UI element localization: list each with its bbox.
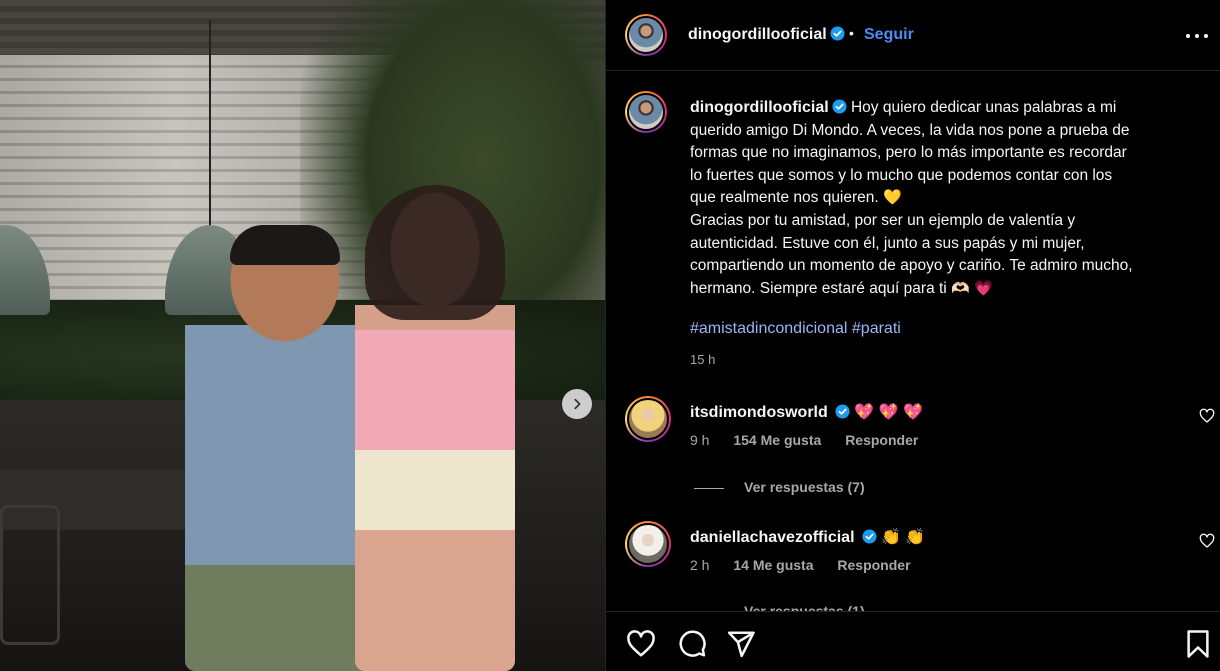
avatar[interactable] [625,396,671,442]
heart-icon[interactable] [1199,408,1215,424]
verified-badge-icon [830,26,845,41]
comment-username[interactable]: itsdimondosworld [690,404,828,421]
comment-meta: 9 h 154 Me gusta Responder [690,432,938,448]
hashtags: #amistadincondicional #parati [690,320,901,338]
divider [694,487,724,489]
share-icon[interactable] [726,629,756,659]
hashtag-link[interactable]: #amistadincondicional [690,320,847,337]
reply-button[interactable]: Responder [837,557,910,573]
comment-time[interactable]: 9 h [690,432,709,448]
photo-chair [0,505,60,645]
reply-button[interactable]: Responder [845,432,918,448]
avatar[interactable] [625,521,671,567]
caption-text: dinogordillooficial Hoy quiero dedicar u… [690,97,1200,300]
post-photo[interactable] [0,0,605,671]
photo-person-woman [355,185,515,671]
post-side-panel: dinogordillooficial • Seguir dinogordill… [605,0,1220,671]
bookmark-icon[interactable] [1183,629,1213,659]
heart-hands-emoji: 🫶🏻 [951,279,970,297]
comment-icon[interactable] [677,629,707,659]
verified-badge-icon [832,99,847,114]
avatar[interactable] [625,14,667,56]
comment-body: 💖 💖 💖 [854,404,923,421]
caption-line: autenticidad. Estuve con él, junto a sus… [690,234,1085,252]
header-username[interactable]: dinogordillooficial [688,26,827,43]
separator-dot: • [849,25,854,41]
caption-line: Hoy quiero dedicar unas palabras a mi [850,99,1117,116]
comment-text: itsdimondosworld 💖 💖 💖 [690,402,923,422]
next-photo-button[interactable] [562,389,592,419]
verified-badge-icon [861,529,877,544]
hashtag-link[interactable]: #parati [852,320,901,337]
comment-body: 👏 👏 [880,529,926,546]
comment-likes[interactable]: 154 Me gusta [733,432,821,448]
caption-line: querido amigo Di Mondo. A veces, la vida… [690,121,1130,139]
photo-lamp-cord [209,20,211,230]
more-options-icon[interactable] [1186,27,1208,45]
post-timestamp[interactable]: 15 h [690,352,715,367]
view-replies-button[interactable]: Ver respuestas (7) [694,479,865,495]
yellow-heart-emoji: 💛 [883,189,902,207]
caption-line: que realmente nos quieren. [690,189,879,207]
heart-icon[interactable] [1199,533,1215,549]
caption-line: hermano. Siempre estaré aquí para ti [690,279,947,297]
comment-text: daniellachavezofficial 👏 👏 [690,527,925,547]
comment-time[interactable]: 2 h [690,557,709,573]
caption-line: formas que no imaginamos, pero lo más im… [690,144,1127,162]
caption-line: compartiendo un momento de apoyo y cariñ… [690,257,1133,275]
comment-username[interactable]: daniellachavezofficial [690,529,855,546]
view-replies-label: Ver respuestas (7) [744,479,865,495]
caption-line: Gracias por tu amistad, por ser un ejemp… [690,211,1076,229]
action-bar [606,611,1220,671]
next-arrow-icon [574,398,581,410]
caption-line: lo fuertes que somos y lo mucho que pode… [690,166,1113,184]
header-username-wrap: dinogordillooficial [688,26,845,44]
comment-meta: 2 h 14 Me gusta Responder [690,557,931,573]
pink-heart-emoji: 💗 [974,279,993,297]
avatar[interactable] [625,91,667,133]
verified-badge-icon [835,404,850,419]
follow-button[interactable]: Seguir [864,26,914,44]
caption-username[interactable]: dinogordillooficial [690,99,829,116]
post-header: dinogordillooficial • Seguir [606,0,1220,71]
heart-icon[interactable] [626,629,656,659]
comment-likes[interactable]: 14 Me gusta [733,557,813,573]
